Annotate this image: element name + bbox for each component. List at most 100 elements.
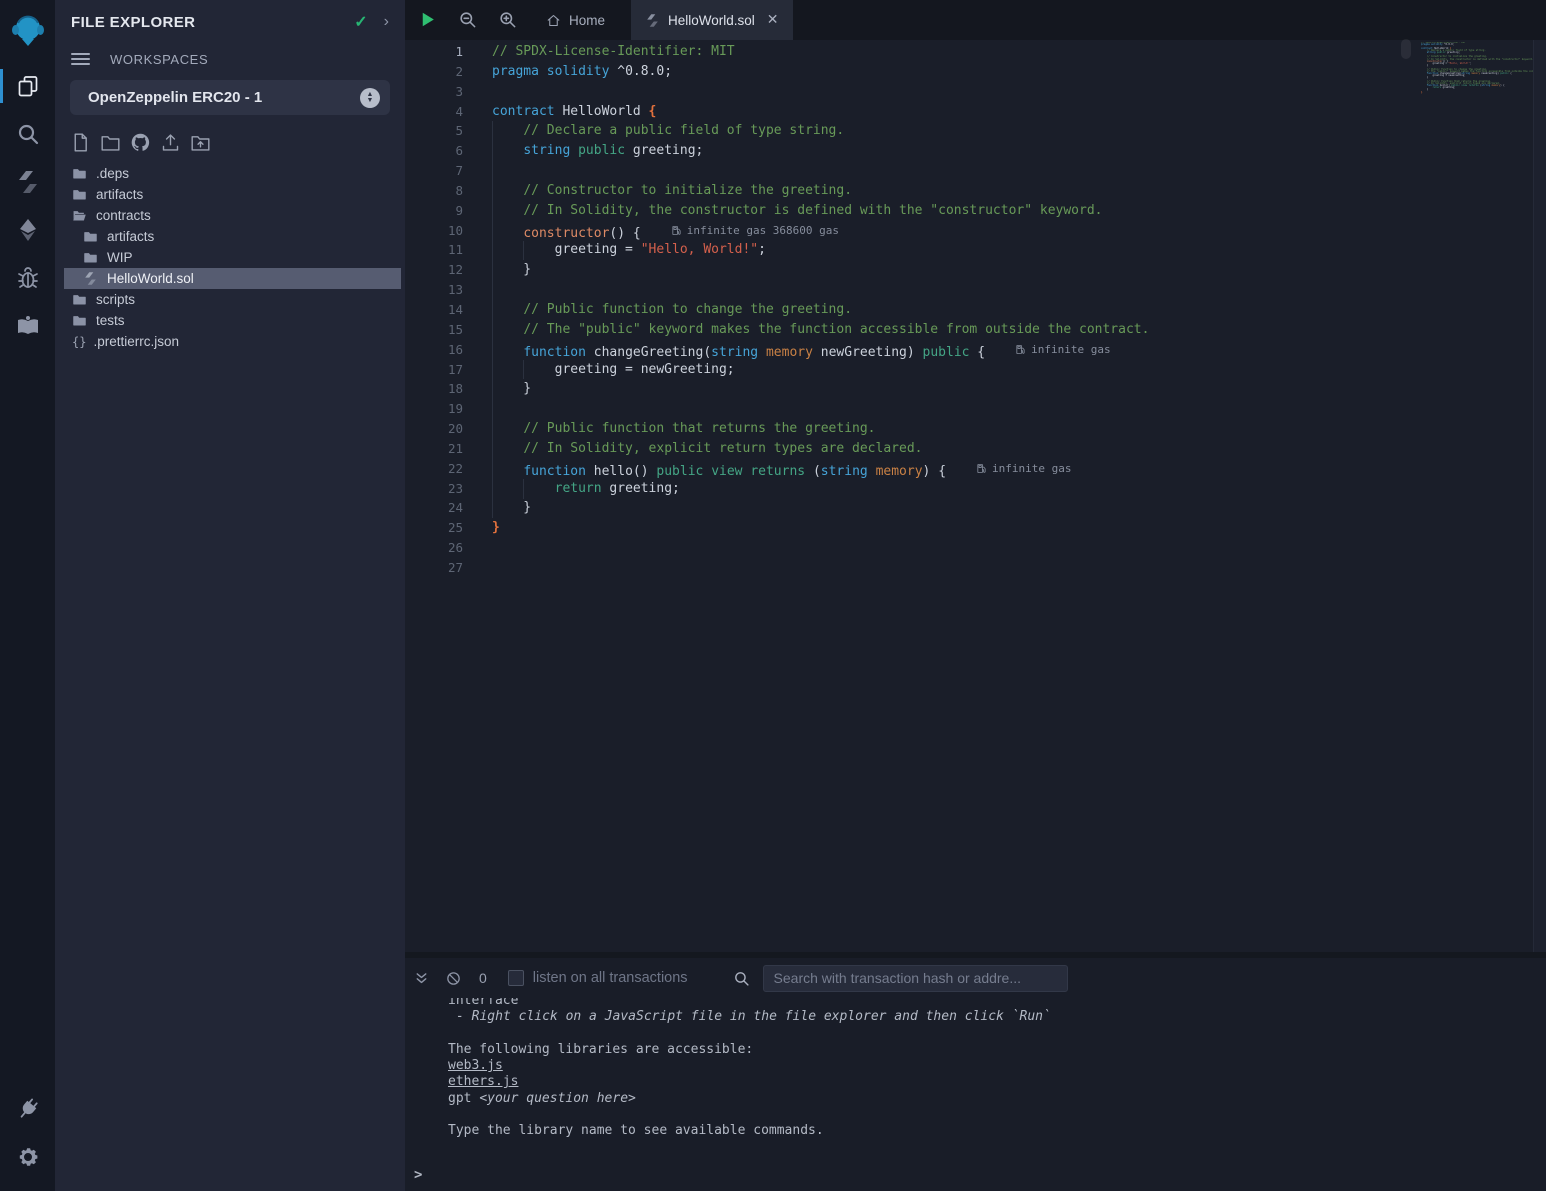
line-number: 2: [405, 62, 463, 82]
tree-item-tests[interactable]: tests: [64, 310, 401, 331]
file-explorer-icon: [16, 74, 40, 98]
terminal-search-input[interactable]: [763, 965, 1068, 992]
file-explorer-button[interactable]: [0, 62, 55, 110]
line-number: 26: [405, 538, 463, 558]
gas-estimate-annotation: infinite gas: [1015, 340, 1110, 360]
minimap[interactable]: // SPDX-License-Identifier: MIT pragma s…: [1421, 42, 1534, 947]
listen-transactions-checkbox[interactable]: [508, 970, 524, 986]
line-number: 5: [405, 121, 463, 141]
indent-guide: [492, 121, 493, 518]
close-tab-icon[interactable]: ✕: [767, 12, 779, 28]
tree-item-artifacts[interactable]: artifacts: [64, 184, 401, 205]
terminal-line: Type the library name to see available c…: [448, 1123, 1536, 1139]
workspaces-menu-icon[interactable]: [71, 50, 90, 68]
line-number: 21: [405, 439, 463, 459]
accept-check-icon[interactable]: ✓: [354, 12, 367, 32]
line-number: 4: [405, 102, 463, 122]
search-button[interactable]: [0, 110, 55, 158]
search-icon: [16, 122, 40, 146]
learneth-button[interactable]: [0, 302, 55, 350]
debugger-button[interactable]: [0, 254, 55, 302]
chevron-right-icon[interactable]: ›: [384, 13, 389, 31]
line-number: 13: [405, 280, 463, 300]
line-number: 24: [405, 498, 463, 518]
tab-home[interactable]: Home: [532, 0, 619, 40]
line-number: 8: [405, 181, 463, 201]
new-file-icon[interactable]: [70, 132, 91, 153]
terminal-line: interface: [448, 998, 1536, 1009]
terminal-line: The following libraries are accessible:: [448, 1042, 1536, 1058]
indent-guide: [523, 479, 524, 499]
tree-item-label: WIP: [107, 250, 133, 265]
tree-item-helloworld-sol[interactable]: HelloWorld.sol: [64, 268, 401, 289]
folder-icon: [72, 187, 87, 202]
code-line: 11 greeting = "Hello, World!";: [405, 240, 1533, 260]
home-icon: [546, 13, 561, 28]
tree-item-label: scripts: [96, 292, 135, 307]
gas-estimate-annotation: infinite gas: [976, 459, 1071, 479]
code-line: 26: [405, 538, 1533, 558]
tree-item--deps[interactable]: .deps: [64, 163, 401, 184]
solidity-compiler-button[interactable]: [0, 158, 55, 206]
tree-item-scripts[interactable]: scripts: [64, 289, 401, 310]
settings-button[interactable]: [0, 1133, 55, 1181]
line-number: 7: [405, 161, 463, 181]
code-line: 19: [405, 399, 1533, 419]
editor-scrollbar-thumb[interactable]: [1401, 39, 1411, 59]
plugin-manager-button[interactable]: [0, 1085, 55, 1133]
folder-icon: [83, 229, 98, 244]
deploy-run-button[interactable]: [0, 206, 55, 254]
terminal-line: gpt <your question here>: [448, 1091, 1536, 1107]
clear-console-icon[interactable]: [445, 970, 462, 987]
file-explorer-panel: FILE EXPLORER ✓ › WORKSPACES OpenZeppeli…: [55, 0, 405, 1191]
code-line: 18 }: [405, 379, 1533, 399]
collapse-terminal-icon[interactable]: [413, 970, 430, 987]
terminal-prompt[interactable]: >: [414, 1167, 422, 1183]
code-line: 17 greeting = newGreeting;: [405, 360, 1533, 380]
tab-helloworld-sol[interactable]: HelloWorld.sol ✕: [631, 0, 793, 40]
zoom-in-button[interactable]: [498, 10, 518, 30]
code-editor[interactable]: 1// SPDX-License-Identifier: MIT2pragma …: [405, 40, 1533, 952]
json-braces-icon: {}: [72, 335, 86, 349]
tree-item-contracts[interactable]: contracts: [64, 205, 401, 226]
folder-open-icon: [72, 208, 87, 223]
run-script-button[interactable]: [418, 10, 438, 30]
code-line: 6 string public greeting;: [405, 141, 1533, 161]
line-number: 16: [405, 340, 463, 360]
line-number: 20: [405, 419, 463, 439]
workspace-select[interactable]: OpenZeppelin ERC20 - 1 ▲▼: [70, 80, 390, 115]
folder-icon: [72, 166, 87, 181]
tree-item-wip[interactable]: WIP: [64, 247, 401, 268]
line-number: 9: [405, 201, 463, 221]
line-number: 27: [405, 558, 463, 578]
file-explorer-header: FILE EXPLORER ✓ ›: [55, 0, 405, 44]
code-line: 22 function hello() public view returns …: [405, 459, 1533, 479]
github-icon[interactable]: [130, 132, 151, 153]
terminal-line: [448, 1107, 1536, 1123]
zoom-out-button[interactable]: [458, 10, 478, 30]
terminal-line: [448, 1026, 1536, 1042]
library-link[interactable]: web3.js: [448, 1058, 503, 1073]
new-folder-icon[interactable]: [100, 132, 121, 153]
code-line: 20 // Public function that returns the g…: [405, 419, 1533, 439]
library-link[interactable]: ethers.js: [448, 1074, 518, 1089]
remix-logo-button: [0, 0, 55, 62]
tree-item-artifacts[interactable]: artifacts: [64, 226, 401, 247]
workspaces-row: WORKSPACES: [55, 44, 405, 74]
line-number: 17: [405, 360, 463, 380]
editor-scrollbar-track[interactable]: [1533, 40, 1546, 952]
tree-item--prettierrc-json[interactable]: {}.prettierrc.json: [64, 331, 401, 352]
solidity-compiler-icon: [16, 170, 40, 194]
learneth-icon: [16, 314, 40, 338]
line-number: 1: [405, 42, 463, 62]
line-number: 25: [405, 518, 463, 538]
terminal-line: - Right click on a JavaScript file in th…: [448, 1009, 1536, 1025]
line-number: 11: [405, 240, 463, 260]
upload-file-icon[interactable]: [160, 132, 181, 153]
code-line: 10 constructor() {infinite gas 368600 ga…: [405, 221, 1533, 241]
terminal-panel: 0 listen on all transactions interface- …: [405, 952, 1546, 1191]
import-folder-icon[interactable]: [190, 132, 211, 153]
tree-item-label: HelloWorld.sol: [107, 271, 194, 286]
folder-icon: [83, 250, 98, 265]
tab-label: HelloWorld.sol: [668, 13, 755, 28]
